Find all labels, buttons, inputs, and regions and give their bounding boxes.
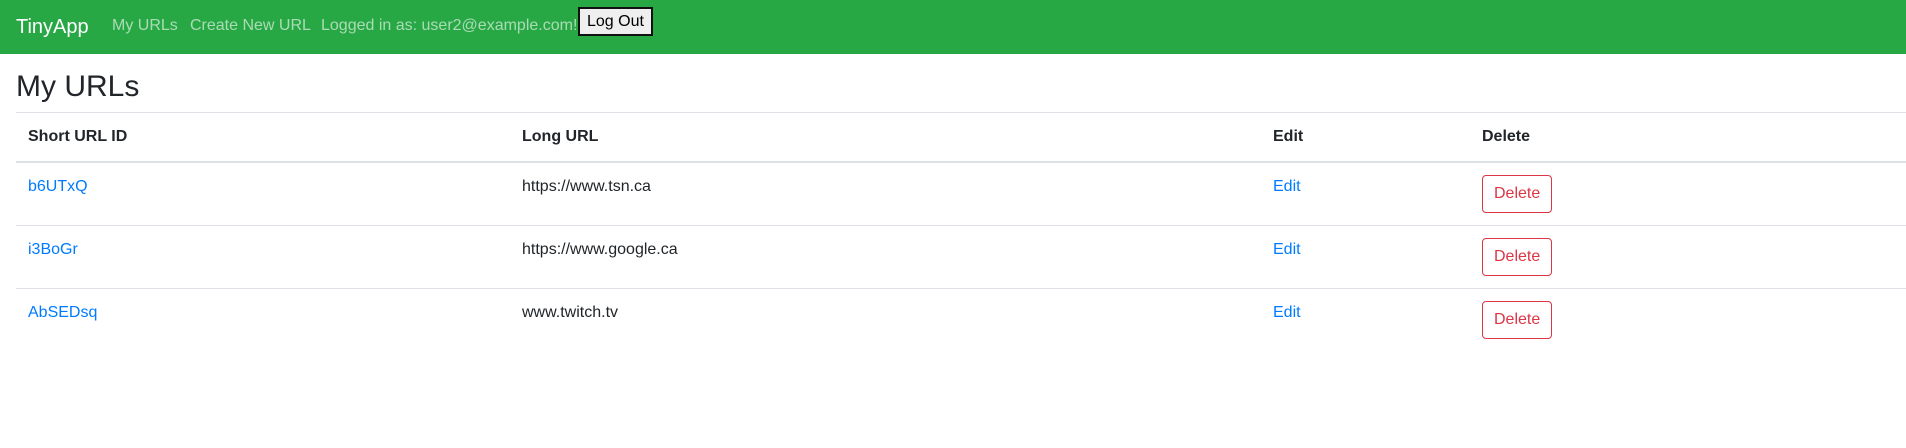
table-row: b6UTxQ https://www.tsn.ca Edit Delete bbox=[16, 162, 1906, 225]
edit-cell: Edit bbox=[1261, 162, 1470, 225]
delete-button[interactable]: Delete bbox=[1482, 175, 1553, 213]
edit-cell: Edit bbox=[1261, 224, 1470, 288]
header-short-url-id: Short URL ID bbox=[16, 112, 510, 163]
logged-in-status: Logged in as: user2@example.com! bbox=[321, 17, 578, 34]
table-header-row: Short URL ID Long URL Edit Delete bbox=[16, 112, 1906, 163]
header-delete: Delete bbox=[1470, 112, 1906, 163]
edit-link[interactable]: Edit bbox=[1273, 304, 1301, 321]
short-url-cell: b6UTxQ bbox=[16, 162, 510, 225]
delete-button[interactable]: Delete bbox=[1482, 300, 1553, 339]
page-title: My URLs bbox=[16, 70, 140, 103]
short-url-cell: i3BoGr bbox=[16, 224, 510, 288]
short-url-link[interactable]: b6UTxQ bbox=[28, 178, 88, 195]
brand-link[interactable]: TinyApp bbox=[16, 16, 89, 39]
edit-link[interactable]: Edit bbox=[1273, 178, 1301, 195]
nav-create-new-url-link[interactable]: Create New URL bbox=[190, 17, 311, 35]
table-header: Short URL ID Long URL Edit Delete bbox=[16, 112, 1906, 163]
delete-button[interactable]: Delete bbox=[1482, 237, 1553, 276]
header-edit: Edit bbox=[1261, 112, 1470, 163]
top-navbar: TinyApp My URLs Create New URL Logged in… bbox=[0, 0, 1906, 54]
delete-cell: Delete bbox=[1470, 224, 1906, 288]
delete-cell: Delete bbox=[1470, 287, 1906, 351]
delete-cell: Delete bbox=[1470, 162, 1906, 225]
short-url-cell: AbSEDsq bbox=[16, 287, 510, 351]
edit-link[interactable]: Edit bbox=[1273, 241, 1301, 258]
table-body: b6UTxQ https://www.tsn.ca Edit Delete i3… bbox=[16, 162, 1906, 351]
logout-button[interactable]: Log Out bbox=[578, 7, 653, 36]
table-row: i3BoGr https://www.google.ca Edit Delete bbox=[16, 224, 1906, 288]
short-url-link[interactable]: i3BoGr bbox=[28, 241, 78, 258]
long-url-cell: https://www.google.ca bbox=[510, 224, 1261, 288]
long-url-cell: https://www.tsn.ca bbox=[522, 178, 651, 195]
urls-table: Short URL ID Long URL Edit Delete b6UTxQ… bbox=[16, 112, 1906, 351]
long-url-cell: www.twitch.tv bbox=[510, 287, 1261, 351]
nav-my-urls-link[interactable]: My URLs bbox=[112, 17, 178, 35]
short-url-link[interactable]: AbSEDsq bbox=[28, 304, 97, 321]
edit-cell: Edit bbox=[1261, 287, 1470, 351]
header-long-url: Long URL bbox=[510, 112, 1261, 163]
table-row: AbSEDsq www.twitch.tv Edit Delete bbox=[16, 287, 1906, 351]
